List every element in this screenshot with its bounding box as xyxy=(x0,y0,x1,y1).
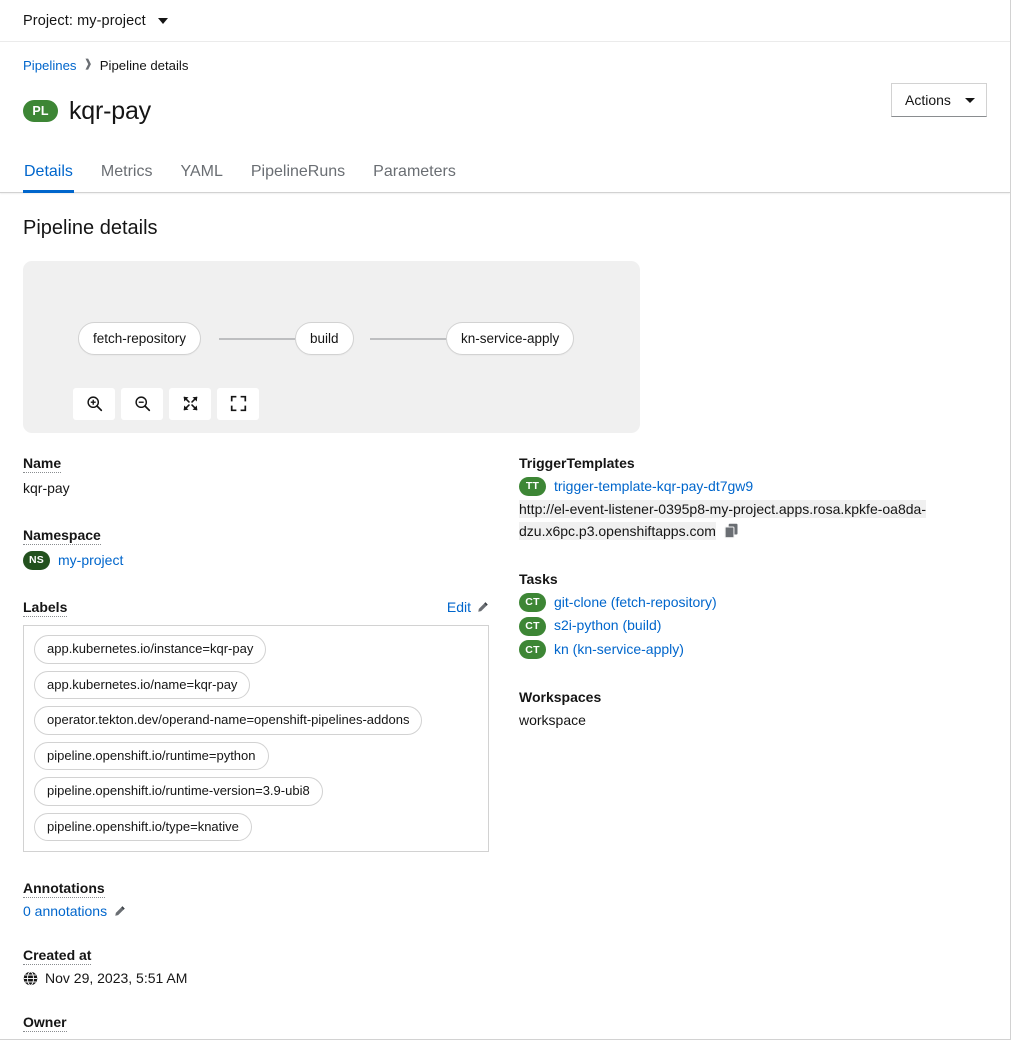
labels-term-row: Labels Edit xyxy=(23,599,489,622)
detail-term-workspaces: Workspaces xyxy=(519,688,602,705)
globe-icon xyxy=(23,971,38,986)
label-chip[interactable]: app.kubernetes.io/instance=kqr-pay xyxy=(34,635,267,664)
detail-term-tasks: Tasks xyxy=(519,570,558,587)
pipeline-resource-badge: PL xyxy=(23,100,58,123)
reset-view-button[interactable] xyxy=(217,387,259,420)
details-columns: Name kqr-pay Namespace NS my-project Lab… xyxy=(23,455,987,1040)
triggertemplate-row: TT trigger-template-kqr-pay-dt7gw9 xyxy=(519,476,979,498)
page-header: Pipelines ❱ Pipeline details PL kqr-pay … xyxy=(0,42,1010,143)
namespace-badge: NS xyxy=(23,550,50,570)
zoom-out-button[interactable] xyxy=(121,387,163,420)
task-link[interactable]: kn (kn-service-apply) xyxy=(554,639,684,661)
details-left-column: Name kqr-pay Namespace NS my-project Lab… xyxy=(23,455,489,1040)
annotations-row: 0 annotations xyxy=(23,903,489,919)
project-bar: Project: my-project xyxy=(0,0,1010,42)
label-chip[interactable]: pipeline.openshift.io/type=knative xyxy=(34,812,252,842)
created-at-row: Nov 29, 2023, 5:51 AM xyxy=(23,970,489,986)
task-badge: CT xyxy=(519,616,546,636)
task-row: CT s2i-python (build) xyxy=(519,615,979,637)
pipeline-task-node-build[interactable]: build xyxy=(295,321,354,355)
detail-item-annotations: Annotations 0 annotations xyxy=(23,880,489,919)
namespace-link[interactable]: my-project xyxy=(58,550,123,572)
chevron-down-icon xyxy=(157,17,168,24)
pencil-icon[interactable] xyxy=(113,905,126,918)
task-badge: CT xyxy=(519,640,546,660)
pipeline-task-node-fetch-repository[interactable]: fetch-repository xyxy=(78,321,202,355)
tab-details[interactable]: Details xyxy=(23,157,87,193)
label-chip[interactable]: pipeline.openshift.io/runtime-version=3.… xyxy=(34,777,323,806)
detail-item-labels: Labels Edit app.kubernetes.io/instance=k… xyxy=(23,599,489,853)
detail-item-created-at: Created at Nov 29, 2023, 5:51 AM xyxy=(23,947,489,986)
triggertemplate-url-row: http://el-event-listener-0395p8-my-proje… xyxy=(519,499,964,542)
label-chip[interactable]: app.kubernetes.io/name=kqr-pay xyxy=(34,670,251,700)
breadcrumb: Pipelines ❱ Pipeline details xyxy=(23,58,987,73)
copy-icon xyxy=(724,523,738,539)
project-selector[interactable]: Project: my-project xyxy=(23,13,168,29)
task-row: CT kn (kn-service-apply) xyxy=(519,639,979,661)
detail-term-name: Name xyxy=(23,454,62,473)
fit-to-screen-icon xyxy=(183,396,197,411)
tab-metrics[interactable]: Metrics xyxy=(87,157,167,192)
detail-term-created-at: Created at xyxy=(23,947,92,966)
tab-bar: Details Metrics YAML PipelineRuns Parame… xyxy=(0,157,1010,193)
actions-button-label: Actions xyxy=(905,92,951,108)
edit-labels-label: Edit xyxy=(446,599,471,616)
pipeline-task-node-kn-service-apply[interactable]: kn-service-apply xyxy=(446,321,575,355)
breadcrumb-link-pipelines[interactable]: Pipelines xyxy=(23,58,77,73)
namespace-row: NS my-project xyxy=(23,550,489,572)
title-row: PL kqr-pay xyxy=(23,80,987,143)
task-badge: CT xyxy=(519,592,546,612)
breadcrumb-separator-icon: ❱ xyxy=(83,58,93,70)
section-title: Pipeline details xyxy=(23,216,158,239)
detail-value-name: kqr-pay xyxy=(23,479,70,496)
details-content: Pipeline details fetch-repository build … xyxy=(0,193,1010,1040)
detail-value-workspaces: workspace xyxy=(519,711,586,728)
created-at-value: Nov 29, 2023, 5:51 AM xyxy=(45,970,188,987)
triggertemplate-badge: TT xyxy=(519,476,546,496)
detail-term-owner: Owner xyxy=(23,1014,67,1033)
tab-parameters[interactable]: Parameters xyxy=(359,157,470,192)
page-title: kqr-pay xyxy=(69,96,151,125)
zoom-in-button[interactable] xyxy=(73,387,115,420)
copy-url-button[interactable] xyxy=(716,523,743,539)
reset-view-icon xyxy=(230,395,246,412)
detail-term-labels: Labels xyxy=(23,599,68,618)
annotations-link[interactable]: 0 annotations xyxy=(23,903,107,919)
graph-toolbar xyxy=(73,387,259,420)
tab-pipelineruns[interactable]: PipelineRuns xyxy=(237,157,359,192)
pencil-icon xyxy=(478,601,488,612)
task-link[interactable]: s2i-python (build) xyxy=(554,615,661,637)
detail-item-tasks: Tasks CT git-clone (fetch-repository) CT… xyxy=(519,571,979,661)
fit-to-screen-button[interactable] xyxy=(169,387,211,420)
tab-yaml[interactable]: YAML xyxy=(166,157,236,192)
details-right-column: TriggerTemplates TT trigger-template-kqr… xyxy=(519,455,979,1040)
zoom-out-icon xyxy=(134,396,150,412)
breadcrumb-current: Pipeline details xyxy=(99,58,189,73)
triggertemplate-link[interactable]: trigger-template-kqr-pay-dt7gw9 xyxy=(554,476,753,498)
zoom-in-icon xyxy=(86,396,102,412)
detail-item-owner: Owner No owner xyxy=(23,1014,489,1039)
detail-term-namespace: Namespace xyxy=(23,526,101,545)
pipeline-visualization: fetch-repository build kn-service-apply xyxy=(23,260,640,433)
project-selector-label: Project: my-project xyxy=(23,12,146,29)
labels-list: app.kubernetes.io/instance=kqr-pay app.k… xyxy=(23,625,489,853)
detail-item-namespace: Namespace NS my-project xyxy=(23,527,489,572)
label-chip[interactable]: operator.tekton.dev/operand-name=openshi… xyxy=(34,706,423,735)
task-link[interactable]: git-clone (fetch-repository) xyxy=(554,592,717,614)
detail-term-annotations: Annotations xyxy=(23,880,105,899)
label-chip[interactable]: pipeline.openshift.io/runtime=python xyxy=(34,741,269,771)
detail-item-name: Name kqr-pay xyxy=(23,455,489,499)
detail-item-workspaces: Workspaces workspace xyxy=(519,689,979,731)
detail-item-triggertemplates: TriggerTemplates TT trigger-template-kqr… xyxy=(519,455,979,543)
actions-button[interactable]: Actions xyxy=(891,83,987,117)
edit-labels-button[interactable]: Edit xyxy=(447,599,489,615)
pipeline-details-page: Project: my-project Pipelines ❱ Pipeline… xyxy=(0,0,1011,1040)
task-row: CT git-clone (fetch-repository) xyxy=(519,592,979,614)
chevron-down-icon xyxy=(965,97,975,103)
detail-term-triggertemplates: TriggerTemplates xyxy=(519,454,635,471)
